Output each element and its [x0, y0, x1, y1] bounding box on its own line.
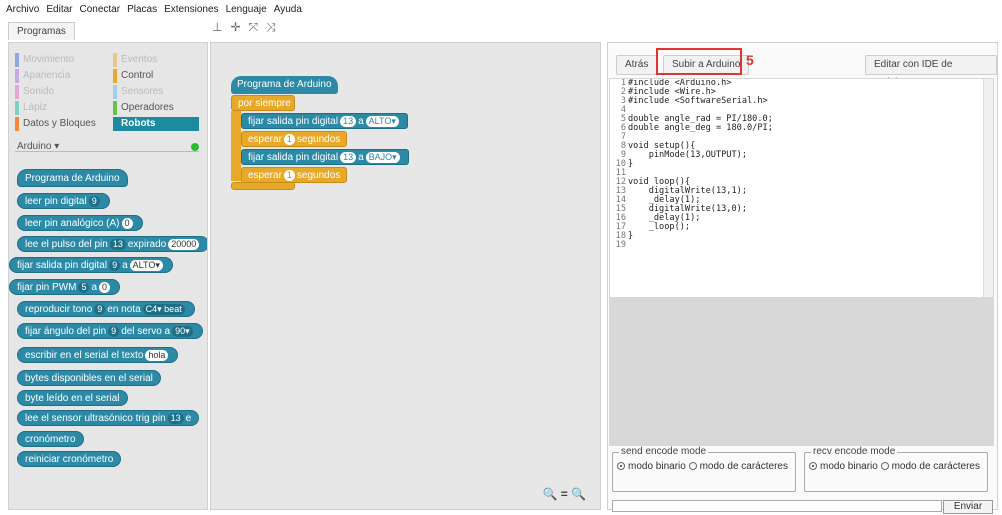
divider [15, 151, 199, 152]
send-char-label: modo de carácteres [699, 461, 788, 472]
loop-arm [231, 111, 241, 181]
recv-encode-group: recv encode mode modo binario modo de ca… [804, 446, 988, 492]
script-esperar-1[interactable]: esperar 1 segundos [241, 131, 348, 147]
code-line: 10} [610, 160, 993, 169]
code-line: 19 [610, 241, 993, 250]
code-line: 3 #include <SoftwareSerial.h> [610, 97, 993, 106]
recv-char-label: modo de carácteres [891, 461, 980, 472]
script-esperar-2[interactable]: esperar 1 segundos [241, 167, 348, 183]
category-robots[interactable]: Robots [113, 117, 199, 131]
block-leer-pin-digital[interactable]: leer pin digital 9 [17, 193, 110, 209]
menu-editar[interactable]: Editar [46, 4, 72, 15]
back-button[interactable]: Atrás [616, 55, 658, 75]
palette-tabs: Programas [8, 22, 208, 42]
category-apariencia[interactable]: Apariencia [15, 69, 101, 83]
stage-toolbar: ⊥ ✛ ⤧ ⤨ [212, 20, 276, 35]
recv-char-radio[interactable] [880, 462, 889, 471]
plus-icon[interactable]: ✛ [230, 20, 240, 35]
menu-lenguaje[interactable]: Lenguaje [226, 4, 267, 15]
send-binary-radio[interactable] [617, 462, 625, 471]
script-loop-por-siempre[interactable]: por siempre [231, 95, 295, 111]
edit-ide-button[interactable]: Editar con IDE de Arduino [865, 55, 997, 88]
block-reproducir-tono[interactable]: reproducir tono 9 en nota C4▾ beat [17, 301, 195, 317]
menu-placas[interactable]: Placas [127, 4, 157, 15]
code-line: 17 _loop(); [610, 223, 993, 232]
send-char-radio[interactable] [688, 462, 697, 471]
block-palette: Movimiento Apariencia Sonido Lápiz Datos… [8, 42, 208, 510]
menu-conectar[interactable]: Conectar [79, 4, 120, 15]
recv-encode-legend: recv encode mode [811, 446, 898, 457]
menu-ayuda[interactable]: Ayuda [274, 4, 302, 15]
code-line: 6 double angle_deg = 180.0/PI; [610, 124, 993, 133]
category-eventos[interactable]: Eventos [113, 53, 199, 67]
expand-icon[interactable]: ⤧ [249, 20, 259, 35]
script-fijar-bajo[interactable]: fijar salida pin digital 13 a BAJO▾ [241, 149, 409, 165]
loop-bottom [231, 182, 295, 190]
category-sonido[interactable]: Sonido [15, 85, 101, 99]
code-scrollbar[interactable] [983, 79, 993, 297]
send-binary-label: modo binario [628, 461, 686, 472]
menu-extensiones[interactable]: Extensiones [164, 4, 218, 15]
highlight-box [656, 48, 742, 75]
category-lapiz[interactable]: Lápiz [15, 101, 101, 115]
block-escribir-serial[interactable]: escribir en el serial el texto hola [17, 347, 179, 363]
category-sensores[interactable]: Sensores [113, 85, 199, 99]
block-leer-pin-analogico[interactable]: leer pin analógico (A) 0 [17, 215, 143, 231]
block-fijar-angulo-servo[interactable]: fijar ángulo del pin 9 del servo a 90▾ [17, 323, 203, 339]
serial-output [609, 298, 994, 446]
category-control[interactable]: Control [113, 69, 199, 83]
send-encode-group: send encode mode modo binario modo de ca… [612, 446, 796, 492]
script-hat-programa[interactable]: Programa de Arduino [231, 76, 338, 94]
code-text: } [628, 159, 634, 169]
send-button[interactable]: Enviar [943, 500, 993, 514]
code-line: 9 pinMode(13,OUTPUT); [610, 151, 993, 160]
serial-send-input[interactable] [612, 500, 942, 512]
line-number: 19 [615, 240, 626, 250]
category-operadores[interactable]: Operadores [113, 101, 199, 115]
menu-archivo[interactable]: Archivo [6, 4, 39, 15]
step-number: 5 [746, 52, 754, 68]
block-fijar-salida-digital[interactable]: fijar salida pin digital 9 a ALTO▾ [9, 257, 173, 273]
zoom-controls[interactable]: 🔍 = 🔍 [542, 487, 586, 501]
code-text: _loop(); [628, 222, 691, 232]
block-byte-leido[interactable]: byte leído en el serial [17, 390, 128, 406]
menu-bar: Archivo Editar Conectar Placas Extension… [0, 0, 1002, 18]
connection-status-dot [191, 143, 199, 151]
stamp-icon[interactable]: ⊥ [212, 20, 222, 35]
code-text: #include <SoftwareSerial.h> [628, 96, 768, 106]
shrink-icon[interactable]: ⤨ [266, 20, 276, 35]
block-sensor-ultrasonico[interactable]: lee el sensor ultrasónico trig pin 13 e [17, 410, 200, 426]
script-canvas[interactable]: Programa de Arduino por siempre fijar sa… [210, 42, 601, 510]
block-fijar-pin-pwm[interactable]: fijar pin PWM 5 a 0 [9, 279, 121, 295]
code-text: } [628, 231, 634, 241]
block-programa-arduino[interactable]: Programa de Arduino [17, 169, 128, 187]
block-reiniciar-cronometro[interactable]: reiniciar cronómetro [17, 451, 122, 467]
code-line: 18} [610, 232, 993, 241]
recv-binary-label: modo binario [820, 461, 878, 472]
recv-binary-radio[interactable] [809, 462, 817, 471]
code-text: pinMode(13,OUTPUT); [628, 150, 747, 160]
block-cronometro[interactable]: cronómetro [17, 431, 84, 447]
script-fijar-alto[interactable]: fijar salida pin digital 13 a ALTO▾ [241, 113, 408, 129]
tab-programas[interactable]: Programas [8, 22, 75, 40]
category-movimiento[interactable]: Movimiento [15, 53, 101, 67]
category-datos[interactable]: Datos y Bloques [15, 117, 101, 131]
code-text: double angle_deg = 180.0/PI; [628, 123, 773, 133]
code-editor[interactable]: 1 #include <Arduino.h> 2 #include <Wire.h> 3… [609, 78, 994, 298]
send-encode-legend: send encode mode [619, 446, 709, 457]
block-lee-pulso[interactable]: lee el pulso del pin 13 expirado 20000 [17, 236, 207, 252]
block-bytes-disponibles[interactable]: bytes disponibles en el serial [17, 370, 161, 386]
